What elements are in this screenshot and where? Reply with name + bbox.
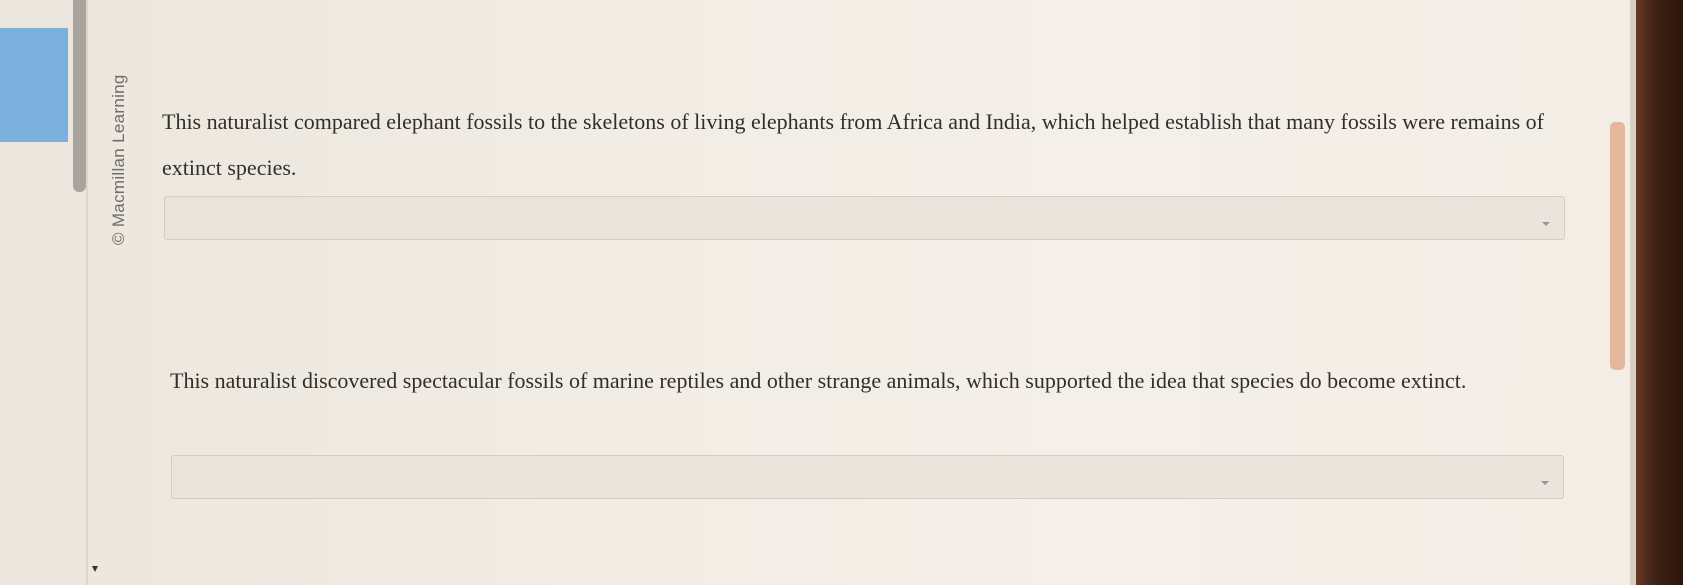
- scroll-down-arrow-icon[interactable]: [92, 566, 98, 572]
- right-scrollbar-thumb[interactable]: [1610, 122, 1625, 370]
- answer-dropdown-2[interactable]: [171, 455, 1564, 499]
- copyright-credit: © Macmillan Learning: [109, 74, 128, 245]
- chevron-down-icon[interactable]: [1541, 481, 1549, 485]
- left-scrollbar-thumb[interactable]: [73, 0, 86, 192]
- panel-divider: [86, 0, 88, 585]
- question-1-text: This naturalist compared elephant fossil…: [162, 109, 1544, 180]
- chevron-down-icon[interactable]: [1542, 222, 1550, 226]
- active-nav-marker[interactable]: [0, 28, 68, 142]
- monitor-bezel: [1636, 0, 1683, 585]
- question-2-text: This naturalist discovered spectacular f…: [170, 368, 1467, 393]
- answer-dropdown-1[interactable]: [164, 196, 1565, 240]
